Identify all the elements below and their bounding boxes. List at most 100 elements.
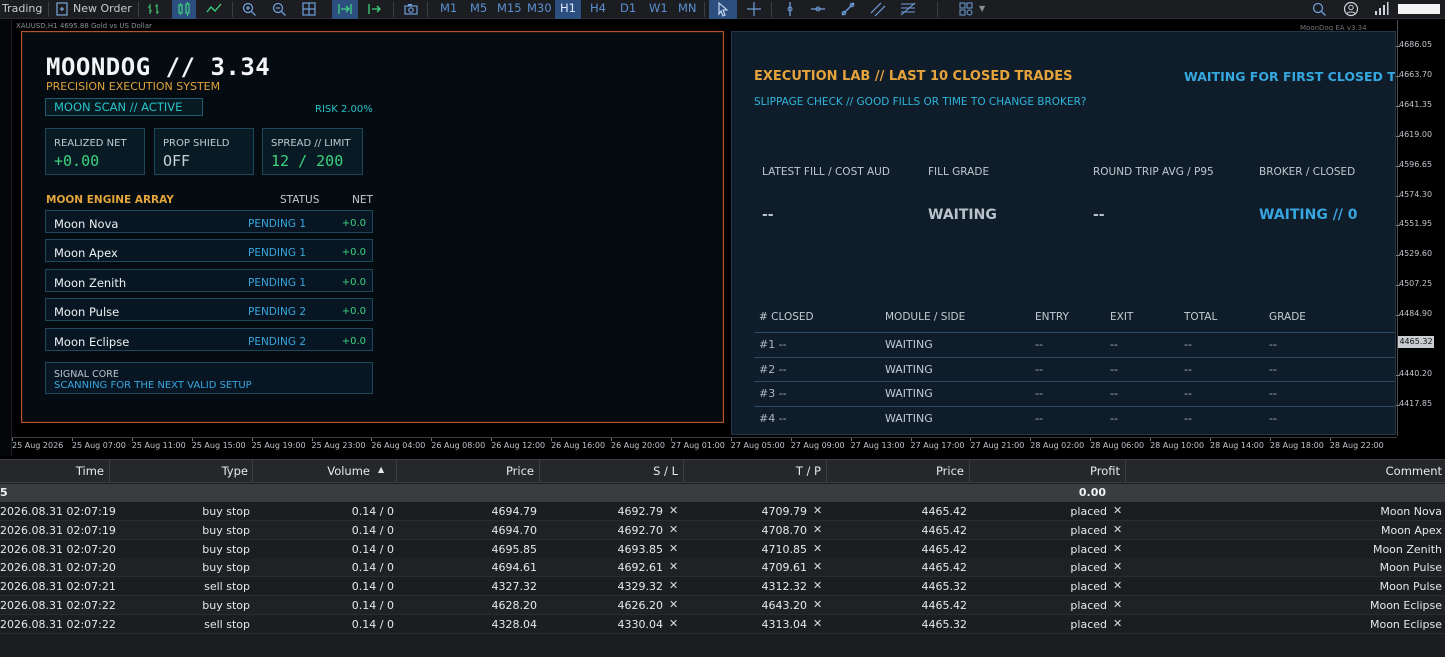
timeframe-m1[interactable]: M1 bbox=[440, 0, 457, 19]
line-chart-icon[interactable] bbox=[206, 1, 222, 17]
current-price-label: 4465.32 bbox=[1398, 336, 1434, 348]
crosshair-icon[interactable] bbox=[746, 1, 762, 17]
delete-order-icon[interactable]: ✕ bbox=[1113, 558, 1122, 577]
timeframe-h4[interactable]: H4 bbox=[590, 0, 606, 19]
col-time[interactable]: Time bbox=[0, 460, 110, 483]
engine-name: Moon Apex bbox=[54, 246, 118, 260]
timeframe-m15[interactable]: M15 bbox=[497, 0, 522, 19]
candlestick-icon[interactable] bbox=[176, 1, 192, 17]
order-type: sell stop bbox=[204, 580, 250, 594]
timeframe-m5[interactable]: M5 bbox=[470, 0, 487, 19]
price-tick-label: 4507.25 bbox=[1399, 279, 1433, 289]
delete-order-icon[interactable]: ✕ bbox=[1113, 615, 1122, 634]
order-row[interactable]: 2026.08.31 02:07:19 buy stop 0.14 / 0 4694.… bbox=[0, 502, 1445, 521]
timeframe-w1[interactable]: W1 bbox=[649, 0, 668, 19]
remove-sl-icon[interactable]: ✕ bbox=[669, 558, 678, 577]
fibonacci-icon[interactable] bbox=[900, 1, 916, 17]
order-price: 4694.70 bbox=[491, 523, 538, 537]
order-status: placed bbox=[1070, 561, 1107, 575]
delete-order-icon[interactable]: ✕ bbox=[1113, 521, 1122, 540]
signal-core-box: SIGNAL CORE SCANNING FOR THE NEXT VALID … bbox=[45, 362, 373, 394]
col-type[interactable]: Type bbox=[110, 460, 253, 483]
remove-sl-icon[interactable]: ✕ bbox=[669, 521, 678, 540]
time-axis[interactable]: 25 Aug 2026 25 Aug 07:00 25 Aug 11:00 25 Au… bbox=[12, 437, 1397, 453]
chevron-down-icon[interactable]: ▼ bbox=[979, 0, 985, 19]
remove-sl-icon[interactable]: ✕ bbox=[669, 502, 678, 521]
stat-value: +0.00 bbox=[54, 152, 100, 170]
price-tick-mark bbox=[1396, 75, 1400, 77]
channel-icon[interactable] bbox=[870, 1, 886, 17]
timeframe-d1[interactable]: D1 bbox=[620, 0, 636, 19]
order-price: 4695.85 bbox=[491, 542, 538, 556]
col-tp[interactable]: T / P bbox=[684, 460, 827, 483]
algo-trading-button[interactable]: Trading bbox=[2, 0, 42, 19]
engine-status: PENDING 1 bbox=[247, 277, 306, 289]
chart-shift-icon[interactable] bbox=[367, 1, 383, 17]
order-time: 2026.08.31 02:07:22 bbox=[0, 617, 116, 631]
order-sl: 4329.32 bbox=[617, 580, 664, 594]
remove-sl-icon[interactable]: ✕ bbox=[669, 577, 678, 596]
remove-sl-icon[interactable]: ✕ bbox=[669, 596, 678, 615]
order-comment: Moon Pulse bbox=[1379, 580, 1442, 594]
col-entry-heading: ENTRY bbox=[1035, 311, 1069, 323]
col-price[interactable]: Price bbox=[397, 460, 540, 483]
exit-cell: -- bbox=[1110, 362, 1118, 376]
autoscroll-icon[interactable] bbox=[337, 1, 353, 17]
remove-tp-icon[interactable]: ✕ bbox=[813, 521, 822, 540]
order-price: 4694.61 bbox=[491, 561, 538, 575]
entry-cell: -- bbox=[1035, 338, 1043, 351]
time-tick-mark bbox=[551, 438, 553, 441]
time-tick-label: 26 Aug 20:00 bbox=[611, 441, 665, 450]
tile-windows-icon[interactable] bbox=[301, 1, 317, 17]
order-row[interactable]: 2026.08.31 02:07:22 sell stop 0.14 / 0 4328… bbox=[0, 615, 1445, 634]
col-comment[interactable]: Comment bbox=[1126, 460, 1445, 483]
sort-ascending-icon[interactable]: ▲ bbox=[378, 465, 384, 474]
grade-cell: -- bbox=[1269, 338, 1277, 351]
order-row[interactable]: 2026.08.31 02:07:21 sell stop 0.14 / 0 4327… bbox=[0, 577, 1445, 597]
delete-order-icon[interactable]: ✕ bbox=[1113, 577, 1122, 596]
new-order-button[interactable]: New Order bbox=[73, 0, 132, 19]
panel-subtitle: PRECISION EXECUTION SYSTEM bbox=[46, 80, 221, 93]
connection-status-bar bbox=[1398, 4, 1440, 14]
col-sl[interactable]: S / L bbox=[540, 460, 684, 483]
zoom-in-icon[interactable] bbox=[241, 1, 257, 17]
remove-sl-icon[interactable]: ✕ bbox=[669, 615, 678, 634]
delete-order-icon[interactable]: ✕ bbox=[1113, 502, 1122, 521]
delete-order-icon[interactable]: ✕ bbox=[1113, 540, 1122, 559]
remove-tp-icon[interactable]: ✕ bbox=[813, 558, 822, 577]
timeframe-h1[interactable]: H1 bbox=[555, 0, 581, 19]
order-row[interactable]: 2026.08.31 02:07:20 buy stop 0.14 / 0 4694.… bbox=[0, 558, 1445, 578]
account-icon[interactable] bbox=[1343, 1, 1359, 17]
time-tick-mark bbox=[970, 438, 972, 441]
trendline-icon[interactable] bbox=[840, 1, 856, 17]
cursor-icon[interactable] bbox=[715, 1, 731, 17]
remove-tp-icon[interactable]: ✕ bbox=[813, 540, 822, 559]
order-row[interactable]: 2026.08.31 02:07:20 buy stop 0.14 / 0 4695.… bbox=[0, 540, 1445, 559]
remove-sl-icon[interactable]: ✕ bbox=[669, 540, 678, 559]
order-row[interactable]: 2026.08.31 02:07:22 buy stop 0.14 / 0 4628.… bbox=[0, 596, 1445, 615]
search-icon[interactable] bbox=[1311, 1, 1327, 17]
horizontal-line-icon[interactable] bbox=[810, 1, 826, 17]
timeframe-m30[interactable]: M30 bbox=[527, 0, 552, 19]
grade-cell: -- bbox=[1269, 362, 1277, 376]
remove-tp-icon[interactable]: ✕ bbox=[813, 577, 822, 596]
zoom-out-icon[interactable] bbox=[271, 1, 287, 17]
vertical-line-icon[interactable] bbox=[782, 1, 798, 17]
new-order-icon[interactable] bbox=[54, 1, 70, 17]
chart-window[interactable]: XAUUSD,H1 4695.88 Gold vs US Dollar Moon… bbox=[0, 20, 1445, 456]
col-current-price[interactable]: Price bbox=[827, 460, 970, 483]
summary-row: 5 0.00 bbox=[0, 484, 1445, 502]
total-cell: -- bbox=[1184, 362, 1192, 376]
remove-tp-icon[interactable]: ✕ bbox=[813, 596, 822, 615]
shapes-menu-icon[interactable] bbox=[958, 1, 974, 17]
order-sl: 4692.61 bbox=[617, 561, 664, 575]
remove-tp-icon[interactable]: ✕ bbox=[813, 502, 822, 521]
remove-tp-icon[interactable]: ✕ bbox=[813, 615, 822, 634]
screenshot-icon[interactable] bbox=[403, 1, 419, 17]
timeframe-mn[interactable]: MN bbox=[678, 0, 697, 19]
bar-chart-icon[interactable] bbox=[146, 1, 162, 17]
delete-order-icon[interactable]: ✕ bbox=[1113, 596, 1122, 615]
col-volume[interactable]: Volume bbox=[253, 460, 397, 483]
order-row[interactable]: 2026.08.31 02:07:19 buy stop 0.14 / 0 4694.… bbox=[0, 520, 1445, 540]
col-profit[interactable]: Profit bbox=[970, 460, 1126, 483]
